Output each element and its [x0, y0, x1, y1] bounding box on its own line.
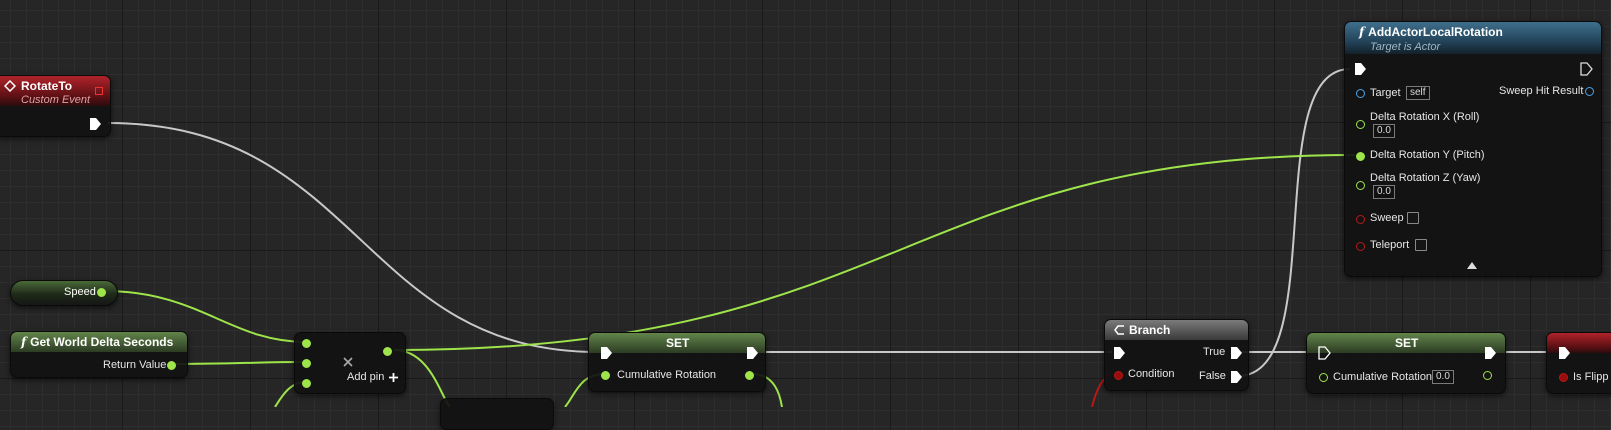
value-in-pin[interactable] [601, 371, 610, 380]
branch-node[interactable]: Branch Condition True False [1104, 319, 1249, 391]
node-title: RotateTo [21, 79, 73, 93]
exec-out-pin[interactable] [88, 117, 102, 131]
exec-in-pin[interactable] [1317, 346, 1331, 360]
node-title: SET [666, 336, 690, 350]
partial-node-bottom[interactable] [440, 398, 554, 430]
set-cumulative-rotation-node[interactable]: SET Cumulative Rotation [588, 332, 766, 392]
target-value: self [1406, 86, 1430, 100]
wire-delta-to-add [171, 361, 307, 365]
speed-out-pin[interactable] [97, 288, 106, 297]
bool-in-pin[interactable] [1559, 373, 1568, 382]
teleport-pin[interactable] [1356, 242, 1365, 251]
add-input-a-pin[interactable] [302, 339, 311, 348]
node-title: SET [1395, 336, 1419, 350]
delta-y-pin[interactable] [1356, 152, 1365, 161]
remove-icon[interactable] [343, 357, 353, 367]
delta-z-input[interactable]: 0.0 [1373, 185, 1395, 199]
branch-icon [1114, 325, 1124, 335]
target-pin[interactable] [1356, 89, 1365, 98]
sweep-pin[interactable] [1356, 215, 1365, 224]
rotateto-event-node[interactable]: RotateTo Custom Event [0, 75, 111, 137]
add-input-b-pin[interactable] [302, 359, 311, 368]
variable-label: Cumulative Rotation [617, 369, 717, 381]
delta-x-label: Delta Rotation X (Roll) [1370, 111, 1480, 123]
delta-z-pin[interactable] [1356, 181, 1365, 190]
false-label: False [1199, 370, 1226, 382]
node-subtitle: Custom Event [21, 94, 91, 106]
exec-in-pin[interactable] [1112, 346, 1126, 360]
value-out-pin[interactable] [1483, 371, 1492, 380]
value-out-pin[interactable] [745, 371, 754, 380]
get-world-delta-seconds-node[interactable]: f Get World Delta Seconds Return Value [10, 331, 188, 378]
value-input[interactable]: 0.0 [1432, 370, 1454, 384]
variable-label: Speed [64, 286, 96, 298]
exec-in-pin[interactable] [1557, 346, 1571, 360]
add-actor-local-rotation-node[interactable]: f AddActorLocalRotation Target is Actor T… [1344, 21, 1602, 277]
false-exec-pin[interactable] [1229, 370, 1243, 384]
function-icon: f [1359, 25, 1365, 39]
add-float-node[interactable]: Add pin [294, 332, 406, 394]
condition-label: Condition [1128, 368, 1175, 380]
wire-rotateto-to-set [107, 122, 599, 353]
exec-in-pin[interactable] [1353, 62, 1367, 76]
return-value-pin[interactable] [167, 361, 176, 370]
exec-out-pin[interactable] [1579, 62, 1593, 76]
delegate-pin[interactable] [95, 87, 103, 95]
sweep-hit-result-label: Sweep Hit Result [1499, 85, 1584, 97]
sweep-label: Sweep [1370, 212, 1404, 224]
target-label: Target [1370, 87, 1401, 99]
variable-label: Cumulative Rotation [1333, 371, 1433, 383]
true-label: True [1203, 346, 1226, 358]
node-title: AddActorLocalRotation [1368, 25, 1503, 39]
exec-in-pin[interactable] [599, 346, 613, 360]
node-subtitle: Target is Actor [1370, 41, 1441, 53]
condition-pin[interactable] [1114, 371, 1123, 380]
sweep-hit-result-pin[interactable] [1585, 87, 1594, 96]
wire-branch-false-to-addrotation [1237, 68, 1351, 377]
exec-out-pin[interactable] [745, 346, 759, 360]
true-exec-pin[interactable] [1229, 346, 1243, 360]
set-cumulative-rotation-reset-node[interactable]: SET Cumulative Rotation 0.0 [1306, 332, 1506, 394]
exec-out-pin[interactable] [1483, 346, 1497, 360]
add-icon[interactable] [389, 373, 398, 382]
delta-z-label: Delta Rotation Z (Yaw) [1370, 172, 1481, 184]
node-title: Get World Delta Seconds [30, 335, 174, 349]
add-output-pin[interactable] [383, 347, 392, 356]
return-value-label: Return Value [103, 359, 167, 371]
speed-variable-node[interactable]: Speed [10, 280, 118, 306]
delta-x-input[interactable]: 0.0 [1373, 124, 1395, 138]
teleport-checkbox[interactable] [1415, 239, 1427, 251]
add-pin-button[interactable]: Add pin [347, 371, 384, 383]
sweep-checkbox[interactable] [1407, 212, 1419, 224]
value-in-pin[interactable] [1319, 373, 1328, 382]
collapse-arrow-icon[interactable] [1467, 262, 1477, 269]
delta-y-label: Delta Rotation Y (Pitch) [1370, 149, 1485, 161]
variable-label: Is Flipp [1573, 371, 1609, 383]
teleport-label: Teleport [1370, 239, 1410, 251]
delta-x-pin[interactable] [1356, 120, 1365, 129]
function-icon: f [21, 335, 27, 349]
add-input-c-pin[interactable] [302, 379, 311, 388]
event-icon [4, 80, 16, 92]
partial-node-right[interactable]: Is Flipp [1546, 332, 1611, 394]
node-title: Branch [1129, 323, 1171, 337]
